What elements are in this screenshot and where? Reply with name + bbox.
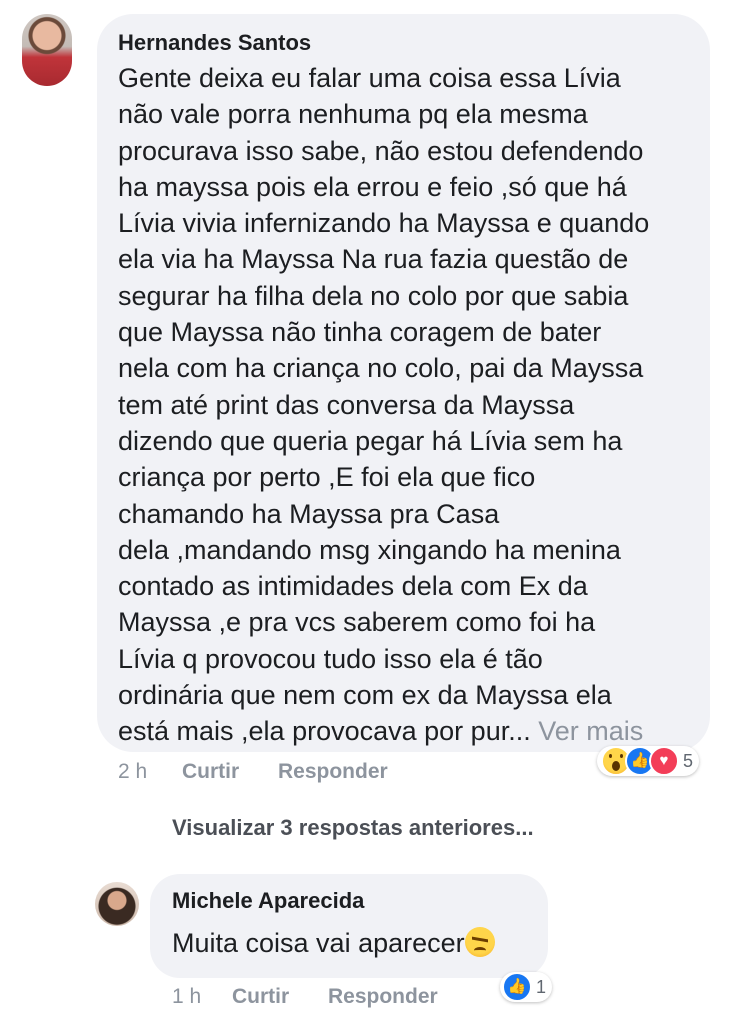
comment-line: chamando ha Mayssa pra Casa <box>118 498 500 529</box>
angry-face-icon <box>464 927 495 957</box>
reply-body: Muita coisa vai aparecer <box>172 927 495 959</box>
comment-thread: Hernandes Santos Gente deixa eu falar um… <box>0 0 739 1024</box>
comment-line: dizendo que queria pegar há Lívia sem ha <box>118 425 623 456</box>
comment-line: não vale porra nenhuma pq ela mesma <box>118 99 588 130</box>
like-icon: 👍 <box>502 972 532 1002</box>
comment-body: Gente deixa eu falar uma coisa essa Lívi… <box>118 60 708 750</box>
comment-line: criança por perto ,E foi ela que fico <box>118 462 536 493</box>
comment-line: tem até print das conversa da Mayssa <box>118 389 575 420</box>
view-previous-replies-link[interactable]: Visualizar 3 respostas anteriores... <box>172 815 534 841</box>
reply-timestamp[interactable]: 1 h <box>172 985 201 1009</box>
reactions-summary[interactable]: 👍 ♥ 5 <box>597 746 700 776</box>
like-action-button[interactable]: Curtir <box>182 760 239 784</box>
comment-last-line: está mais ,ela provocava por pur... Ver … <box>118 713 708 749</box>
reply-reply-action-button[interactable]: Responder <box>328 985 438 1009</box>
love-icon: ♥ <box>649 746 679 776</box>
comment-line: que Mayssa não tinha coragem de bater <box>118 317 602 348</box>
comment-line: segurar ha filha dela no colo por que sa… <box>118 280 629 311</box>
reaction-count: 5 <box>683 750 694 771</box>
comment-truncated-text: está mais ,ela provocava por pur... <box>118 716 531 747</box>
reply-reaction-count: 1 <box>536 976 547 997</box>
comment-line: nela com ha criança no colo, pai da Mays… <box>118 353 644 384</box>
comment-line: ordinária que nem com ex da Mayssa ela <box>118 680 612 711</box>
reply-text: Muita coisa vai aparecer <box>172 928 465 958</box>
reply-author-name[interactable]: Michele Aparecida <box>172 888 364 914</box>
comment-line: Lívia vivia infernizando ha Mayssa e qua… <box>118 208 650 239</box>
reply-action-button[interactable]: Responder <box>278 760 388 784</box>
comment-line: ela via ha Mayssa Na rua fazia questão d… <box>118 244 629 275</box>
comment-line: ha mayssa pois ela errou e feio ,só que … <box>118 171 627 202</box>
author-avatar[interactable] <box>22 14 72 86</box>
reply-reactions-summary[interactable]: 👍 1 <box>500 972 553 1002</box>
comment-author-name[interactable]: Hernandes Santos <box>118 30 311 56</box>
see-more-link[interactable]: Ver mais <box>538 716 643 746</box>
comment-line: procurava isso sabe, não estou defendend… <box>118 135 644 166</box>
reply-author-avatar[interactable] <box>95 882 139 926</box>
comment-line: dela ,mandando msg xingando ha menina <box>118 534 621 565</box>
comment-line: Lívia q provocou tudo isso ela é tão <box>118 643 543 674</box>
comment-line: Mayssa ,e pra vcs saberem como foi ha <box>118 607 596 638</box>
comment-line: contado as intimidades dela com Ex da <box>118 571 588 602</box>
comment-timestamp[interactable]: 2 h <box>118 760 147 784</box>
comment-line: Gente deixa eu falar uma coisa essa Lívi… <box>118 63 621 93</box>
reply-like-action-button[interactable]: Curtir <box>232 985 289 1009</box>
